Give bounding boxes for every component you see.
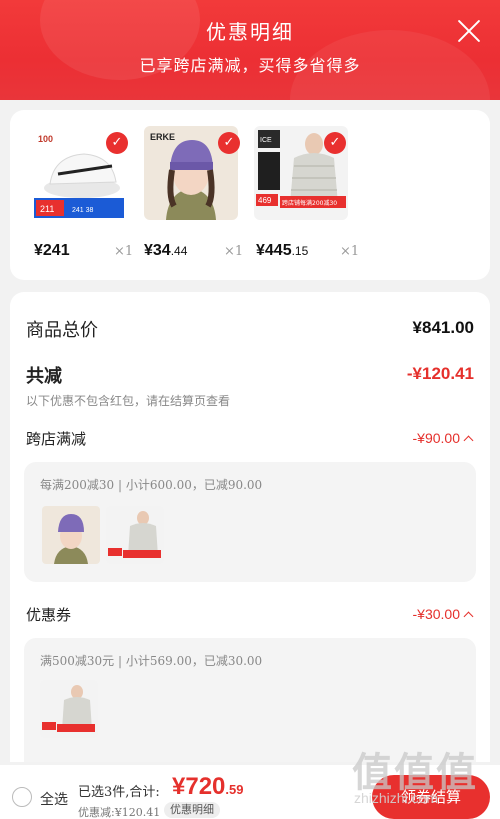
close-icon[interactable]: [456, 18, 482, 44]
product-price: ¥445.15: [256, 242, 309, 259]
product-card: 100 211 241 38 ✓ ¥241 ×1 ERKE ✓ ¥34.44 ×…: [10, 110, 490, 280]
brand-logo-100: 100: [38, 134, 53, 144]
total-reduce-value: -¥120.41: [406, 364, 474, 383]
cross-store-value: -¥90.00: [412, 430, 460, 446]
product-qty: ×1: [340, 244, 360, 259]
cross-store-detail-box: 每满200减30 | 小计600.00，已减90.00: [24, 462, 476, 582]
product-price: ¥34.44: [144, 242, 188, 259]
svg-text:241 38: 241 38: [72, 207, 94, 214]
coupon-value: -¥30.00: [412, 606, 460, 622]
discount-summary: 优惠减:¥120.41: [78, 806, 161, 819]
cross-store-detail: 每满200减30 | 小计600.00，已减90.00: [40, 478, 263, 492]
discount-note: 以下优惠不包含红包，请在结算页查看: [26, 394, 231, 408]
checked-icon[interactable]: ✓: [106, 132, 128, 154]
page-title: 优惠明细: [206, 20, 294, 44]
cross-store-label: 跨店满减: [26, 430, 87, 448]
promo-badge-text: 跨店铺每满200减30: [282, 199, 337, 207]
brand-logo-erke: ERKE: [150, 132, 175, 142]
total-price-value: ¥841.00: [412, 318, 474, 337]
header: 优惠明细 已享跨店满减，买得多省得多: [0, 0, 500, 100]
product-qty: ×1: [224, 244, 244, 259]
select-all-label[interactable]: 全选: [40, 789, 68, 809]
discount-detail-card: 商品总价 ¥841.00 共减 -¥120.41 以下优惠不包含红包，请在结算页…: [10, 292, 490, 762]
chevron-up-icon: [463, 435, 474, 446]
mini-product-jacket: [40, 680, 98, 738]
checkout-total: ¥720.59: [172, 773, 244, 800]
selected-count: 已选3件,合计:: [78, 785, 160, 800]
total-price-label: 商品总价: [26, 320, 98, 341]
coupon-detail: 满500减30元 | 小计569.00，已减30.00: [40, 654, 263, 668]
coupon-toggle[interactable]: -¥30.00: [412, 606, 474, 622]
cross-store-toggle[interactable]: -¥90.00: [412, 430, 474, 446]
product-qty: ×1: [114, 244, 134, 259]
price-badge-text: 211: [40, 204, 54, 214]
checked-icon[interactable]: ✓: [218, 132, 240, 154]
chevron-up-icon: [463, 611, 474, 622]
brand-logo-ice: ICE: [260, 137, 272, 144]
select-all-radio[interactable]: [12, 787, 32, 807]
mini-product-jacket: [106, 506, 164, 564]
discount-detail-button[interactable]: 优惠明细: [164, 802, 220, 818]
mini-product-beanie: [42, 506, 100, 564]
coupon-label: 优惠券: [26, 606, 72, 624]
watermark-url: zhizhizhi.com: [354, 790, 439, 806]
total-reduce-label: 共减: [26, 366, 62, 387]
page-subtitle: 已享跨店满减，买得多省得多: [139, 56, 361, 75]
checked-icon[interactable]: ✓: [324, 132, 346, 154]
price-badge-text: 469: [258, 196, 272, 205]
product-price: ¥241: [34, 242, 70, 259]
